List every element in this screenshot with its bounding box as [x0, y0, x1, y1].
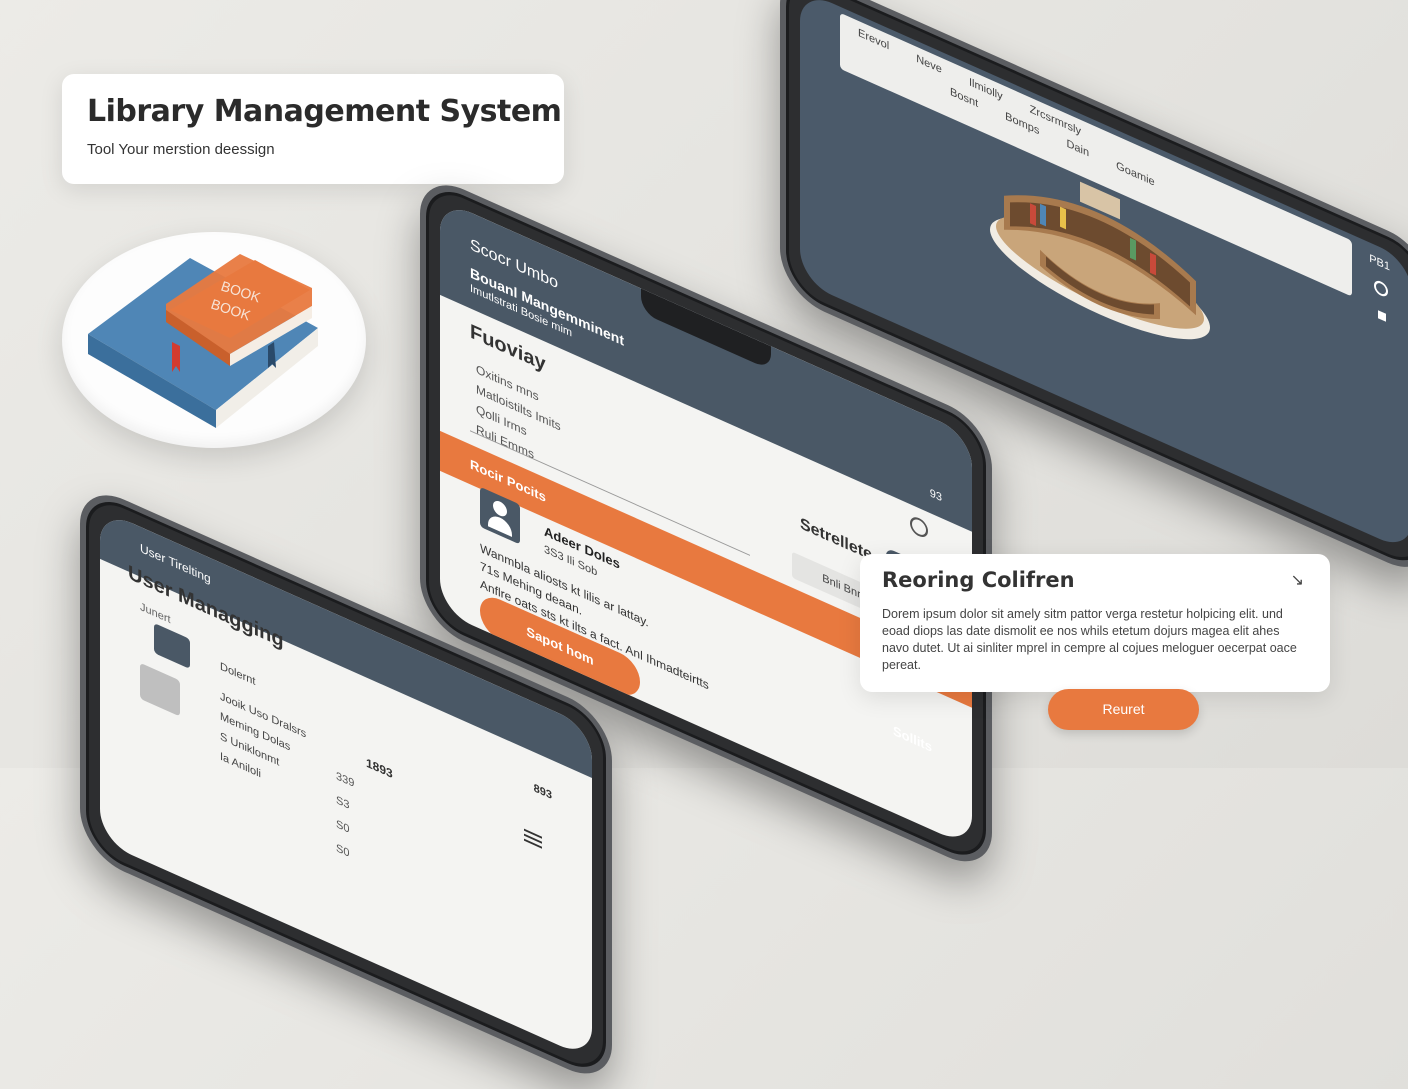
- menu-icon[interactable]: [1378, 310, 1386, 322]
- info-card-title: Reoring Colifren: [882, 568, 1075, 592]
- page-title: Library Management System: [87, 94, 562, 129]
- hamburger-menu-icon[interactable]: [524, 826, 542, 852]
- user-time: 893: [533, 781, 552, 803]
- status-indicator: PB1: [1369, 252, 1390, 274]
- reset-button[interactable]: Reuret: [1048, 689, 1199, 730]
- header-time: 93: [929, 486, 942, 505]
- search-icon[interactable]: [1374, 278, 1388, 299]
- books-icon: BOOK BOOK: [88, 254, 318, 428]
- number-list: 339 S3 S0 S0: [336, 764, 354, 868]
- user-list: Jooik Uso Dralsrs Meming Dolas S Uniklon…: [220, 686, 306, 804]
- tabs-row-1: Erevol Neve Ilmiolly Zrcsrmrsly: [858, 27, 1081, 138]
- info-card: Reoring Colifren ↘ Dorem ipsum dolor sit…: [860, 554, 1330, 692]
- collapse-arrow-icon[interactable]: ↘: [1291, 570, 1304, 590]
- user-small-label: Junert: [140, 600, 171, 627]
- page-subtitle: Tool Your merstion deessign: [87, 141, 275, 158]
- search-icon[interactable]: [910, 514, 928, 541]
- band-label-right[interactable]: Sollits: [893, 723, 932, 755]
- selected-label: Setrellete: [799, 515, 872, 565]
- tab-item[interactable]: Erevol Neve: [858, 27, 942, 76]
- user-avatar-secondary: [140, 662, 180, 717]
- number-heading: 1893: [366, 755, 393, 782]
- info-card-body: Dorem ipsum dolor sit amely sitm pattor …: [882, 607, 1297, 672]
- title-card: Library Management System Tool Your mers…: [62, 74, 564, 184]
- user-subtitle: Dolernt: [220, 660, 256, 689]
- user-avatar: [154, 622, 190, 669]
